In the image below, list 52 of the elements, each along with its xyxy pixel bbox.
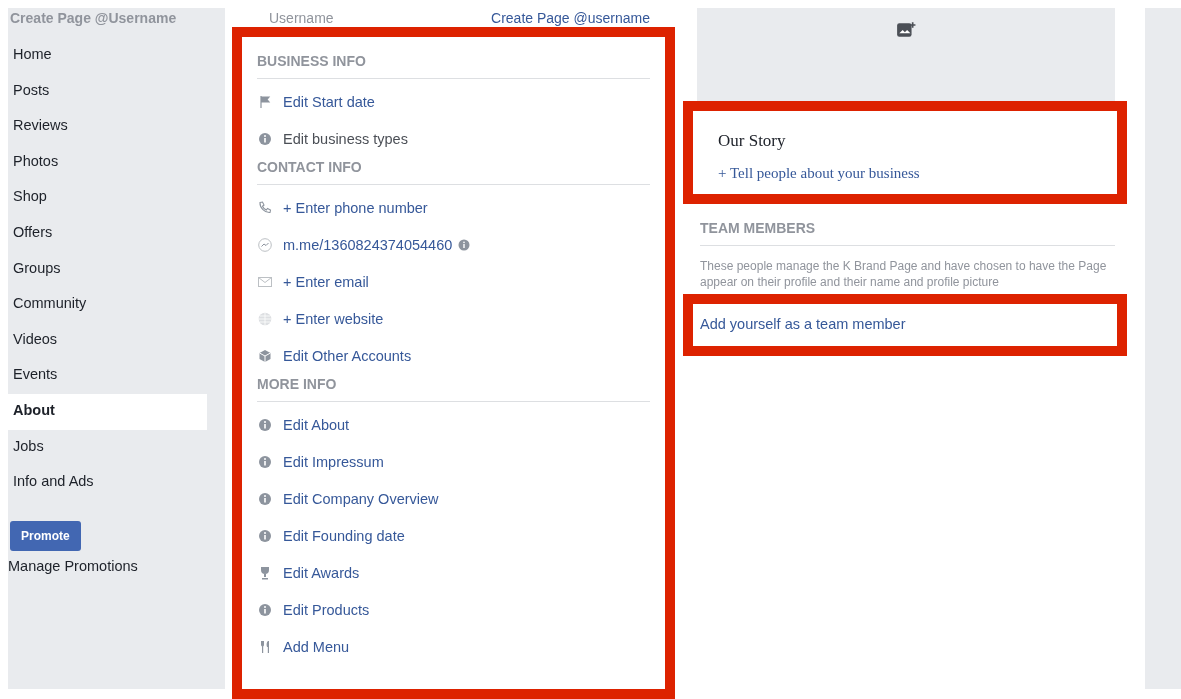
page-title: Create Page @Username: [9, 9, 177, 28]
section-heading: TEAM MEMBERS: [700, 219, 817, 238]
edit-link[interactable]: Edit About: [283, 416, 350, 433]
add-photo-icon[interactable]: [896, 21, 916, 39]
nav-item[interactable]: Offers: [8, 215, 207, 252]
info-icon: [257, 527, 273, 544]
section-heading: CONTACT INFO: [257, 158, 363, 177]
edit-link[interactable]: Edit Start date: [283, 93, 375, 110]
add-team-member-link[interactable]: Add yourself as a team member: [683, 294, 1127, 356]
edit-link[interactable]: Edit Impressum: [283, 453, 384, 470]
info-icon: [257, 453, 273, 470]
manage-promotions-link[interactable]: Manage Promotions: [8, 557, 138, 574]
tell-people-link[interactable]: + Tell people about your business: [718, 165, 1092, 182]
nav-item[interactable]: Home: [8, 38, 207, 74]
globe-icon: [257, 310, 273, 327]
edit-link[interactable]: Edit Other Accounts: [283, 347, 412, 364]
info-icon: [257, 490, 273, 507]
chat-bubble-icon: [257, 236, 273, 253]
info-icon: [257, 416, 273, 433]
nav-item[interactable]: Posts: [8, 73, 207, 110]
section-heading: MORE INFO: [257, 375, 338, 394]
info-text: Edit business types: [283, 130, 408, 147]
cube-icon: [257, 347, 273, 364]
edit-link[interactable]: m.me/1360824374054460: [283, 236, 453, 253]
info-icon: [257, 601, 273, 618]
edit-link[interactable]: + Enter phone number: [283, 199, 428, 216]
edit-link[interactable]: Add Menu: [283, 638, 350, 655]
nav-item[interactable]: Shop: [8, 180, 207, 216]
edit-link[interactable]: Edit Awards: [283, 564, 360, 581]
section-heading: BUSINESS INFO: [257, 52, 367, 71]
info-icon: [257, 130, 273, 147]
story-title: Our Story: [718, 131, 787, 151]
nav-item[interactable]: Jobs: [8, 429, 207, 466]
edit-link[interactable]: Edit Company Overview: [283, 490, 439, 507]
nav-item[interactable]: Groups: [8, 251, 207, 288]
flag-icon: [257, 93, 273, 110]
nav-item[interactable]: Events: [8, 358, 207, 394]
edit-link[interactable]: + Enter email: [283, 273, 369, 290]
nav-item[interactable]: Community: [8, 287, 207, 323]
phone-icon: [257, 199, 273, 216]
team-description: These people manage the K Brand Page and have chosen to have the Page appear on their profile and their name and profile picture: [700, 258, 1108, 290]
create-username-link[interactable]: Create Page @username: [491, 10, 650, 27]
nav-item[interactable]: About: [8, 393, 207, 430]
nav-item[interactable]: Reviews: [8, 109, 207, 145]
nav-item[interactable]: Info and Ads: [8, 465, 207, 501]
promote-button[interactable]: Promote: [10, 520, 81, 551]
username-label: Username: [269, 10, 334, 27]
nav-item[interactable]: Videos: [8, 322, 207, 359]
nav-item[interactable]: Photos: [8, 144, 207, 181]
edit-link[interactable]: Edit Products: [283, 601, 370, 618]
edit-link[interactable]: + Enter website: [283, 310, 384, 327]
edit-link[interactable]: Edit Founding date: [283, 527, 405, 544]
